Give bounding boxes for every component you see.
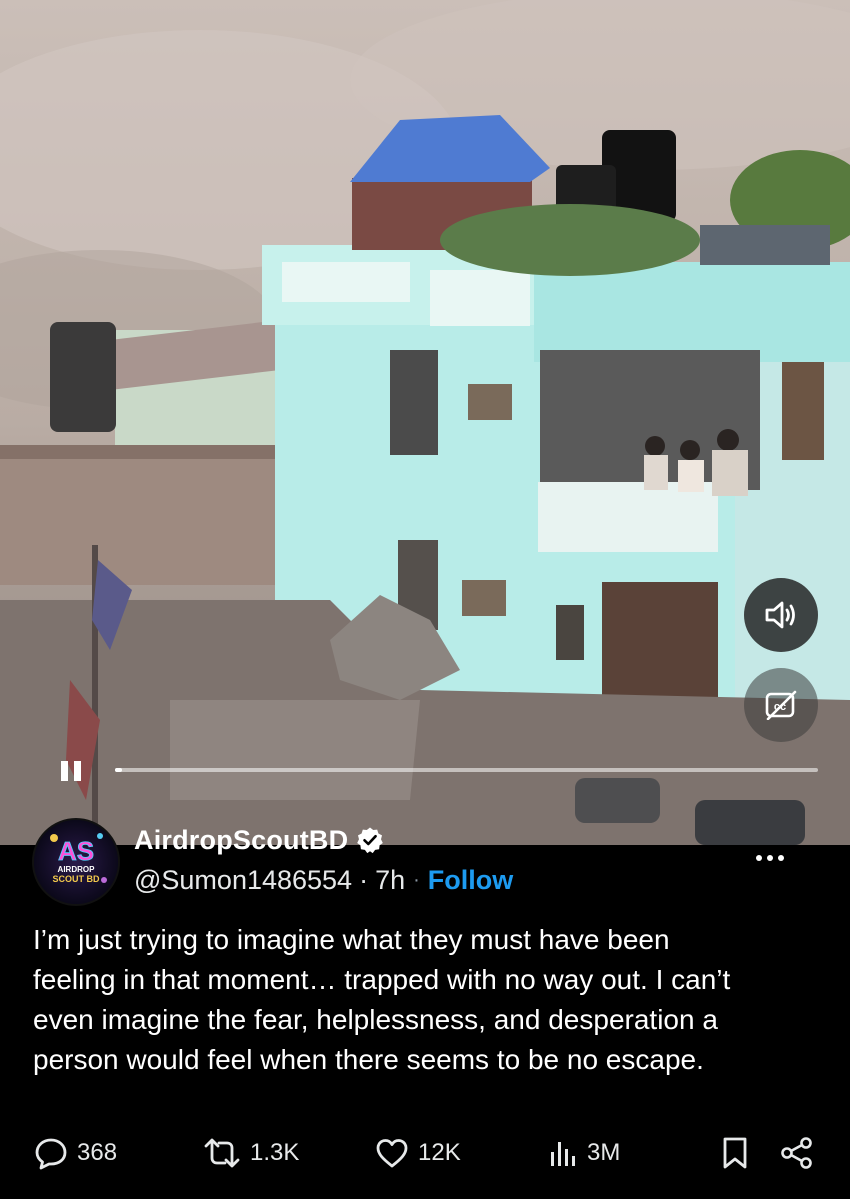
heart-icon: [376, 1139, 408, 1168]
reply-count: 368: [77, 1139, 118, 1166]
repost-button[interactable]: 1.3K: [203, 1130, 299, 1176]
svg-text:SCOUT BD: SCOUT BD: [53, 874, 101, 884]
separator-dot: ·: [413, 868, 420, 891]
video-frame: [0, 0, 850, 845]
bookmark-button[interactable]: [720, 1130, 750, 1176]
author-display-name[interactable]: AirdropScoutBD: [134, 825, 348, 856]
pause-icon: [61, 761, 81, 781]
more-options-button[interactable]: [750, 843, 790, 873]
analytics-icon: [551, 1142, 575, 1166]
svg-text:AIRDROP: AIRDROP: [58, 865, 96, 874]
verified-badge-icon: [357, 827, 384, 854]
play-pause-button[interactable]: [56, 756, 86, 786]
avatar-logo: AS AIRDROP SCOUT BD: [34, 820, 118, 904]
more-dot: [756, 855, 762, 861]
tweet-text: I’m just trying to imagine what they mus…: [33, 924, 731, 1075]
closed-captions-icon: cc: [765, 690, 797, 720]
reply-button[interactable]: 368: [34, 1130, 117, 1176]
like-button[interactable]: 12K: [375, 1130, 461, 1176]
more-dot: [778, 855, 784, 861]
sound-toggle-button[interactable]: [744, 578, 818, 652]
like-count: 12K: [418, 1139, 461, 1166]
speaker-icon: [765, 601, 795, 629]
more-dot: [767, 855, 773, 861]
closed-captions-button[interactable]: cc: [744, 668, 818, 742]
bookmark-icon: [723, 1137, 747, 1169]
action-bar: 368 1.3K 12K 3M: [0, 1130, 850, 1176]
follow-button[interactable]: Follow: [428, 865, 513, 896]
author-handle[interactable]: @Sumon1486554: [134, 865, 352, 896]
repost-count: 1.3K: [250, 1139, 300, 1166]
share-button[interactable]: [780, 1130, 814, 1176]
separator-dot: ·: [359, 864, 369, 895]
views-button[interactable]: 3M: [548, 1130, 620, 1176]
views-count: 3M: [587, 1139, 621, 1166]
svg-text:AS: AS: [58, 836, 94, 866]
repost-icon: [204, 1138, 240, 1168]
video-progress-fill: [115, 768, 123, 772]
video-player[interactable]: cc: [0, 0, 850, 845]
author-meta-row: @Sumon1486554 · 7h · Follow: [134, 862, 513, 898]
reply-icon: [35, 1138, 67, 1170]
video-progress-bar[interactable]: [115, 768, 818, 772]
avatar[interactable]: AS AIRDROP SCOUT BD: [32, 818, 120, 906]
author-name-row: AirdropScoutBD: [134, 820, 384, 860]
share-icon: [781, 1137, 812, 1169]
post-time[interactable]: 7h: [375, 865, 405, 896]
